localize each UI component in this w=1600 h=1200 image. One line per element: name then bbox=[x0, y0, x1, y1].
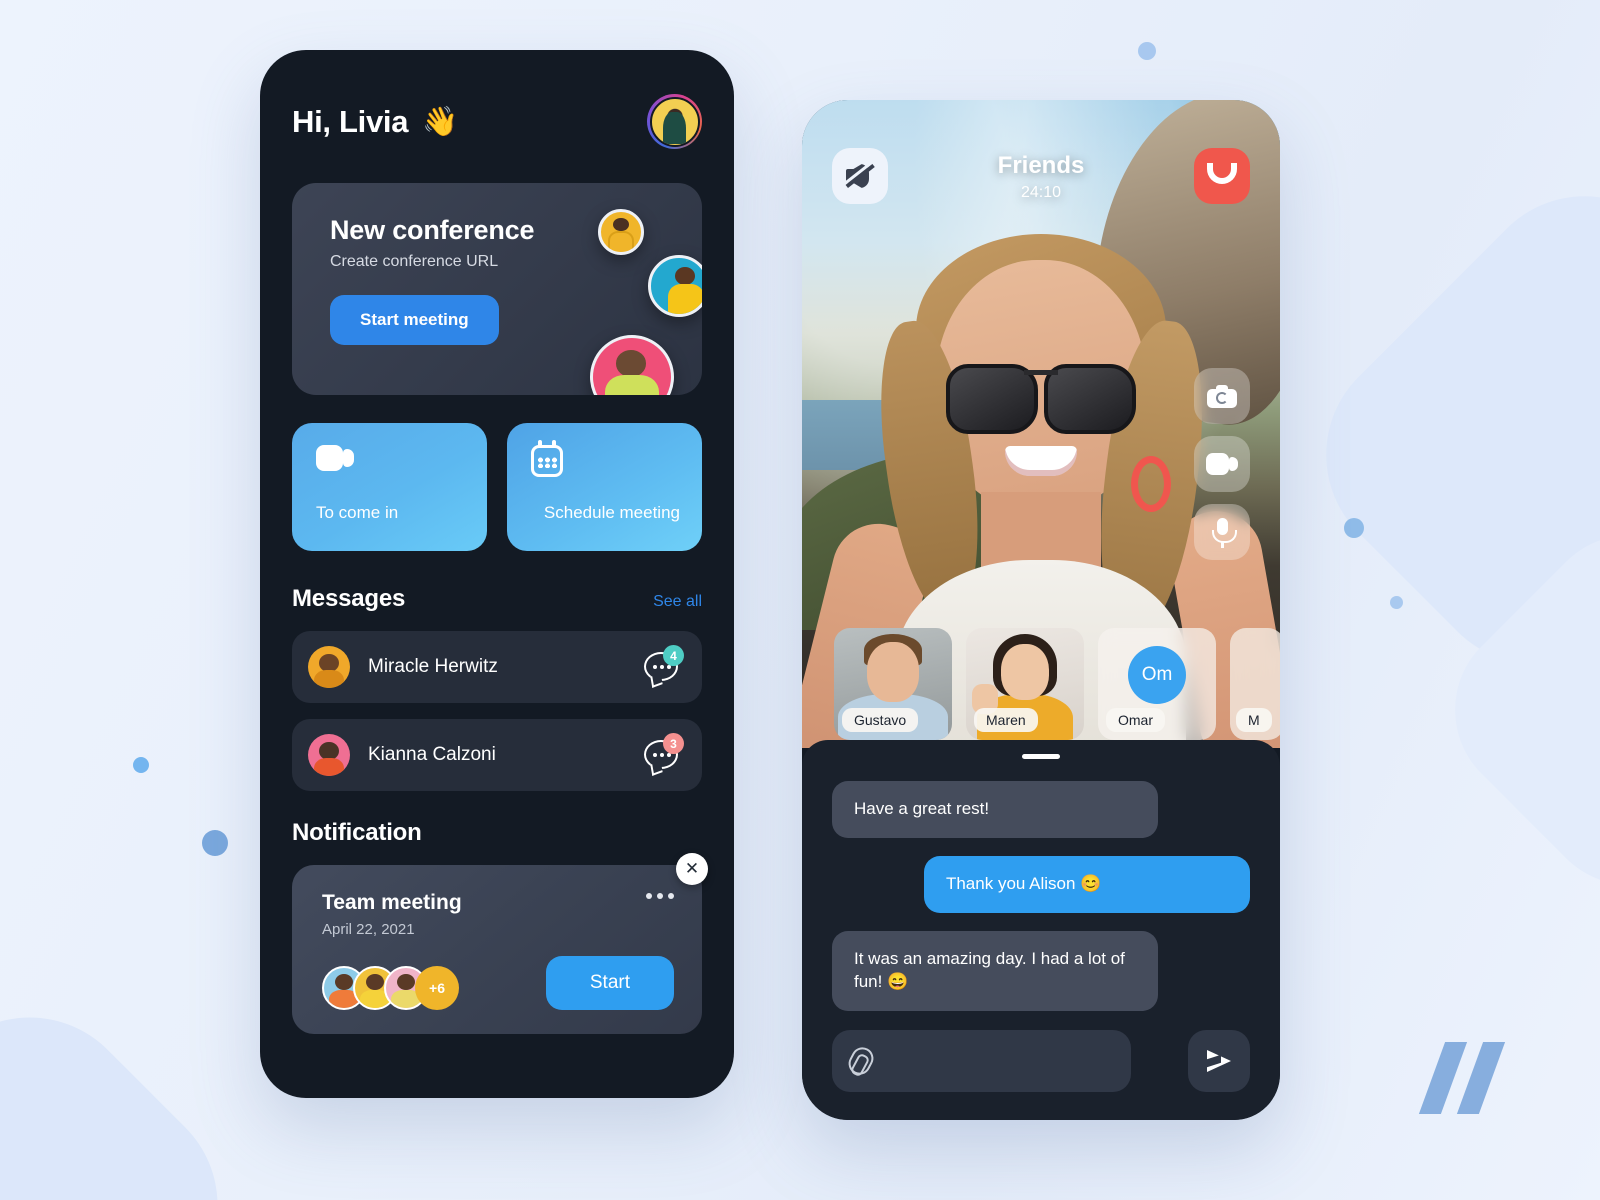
call-side-controls bbox=[1194, 368, 1250, 560]
conference-avatar-3 bbox=[590, 335, 674, 395]
contact-name: Kianna Calzoni bbox=[368, 744, 496, 765]
decorative-dot bbox=[1344, 518, 1364, 538]
camera-flip-icon bbox=[1207, 384, 1237, 408]
send-icon bbox=[1207, 1050, 1231, 1072]
close-icon[interactable]: ✕ bbox=[676, 853, 708, 885]
call-video-feed: Friends 24:10 Gustavo Maren Om Omar M bbox=[802, 100, 1280, 748]
avatar bbox=[308, 734, 350, 776]
decorative-dot bbox=[202, 830, 228, 856]
call-info: Friends 24:10 bbox=[888, 152, 1194, 202]
new-conference-card[interactable]: New conference Create conference URL Sta… bbox=[292, 183, 702, 395]
participant-name: M bbox=[1236, 708, 1272, 732]
decorative-dot bbox=[1390, 596, 1403, 609]
conference-avatar-2 bbox=[648, 255, 702, 317]
video-camera-icon bbox=[316, 445, 354, 471]
see-all-link[interactable]: See all bbox=[653, 593, 702, 611]
meeting-date: April 22, 2021 bbox=[322, 921, 415, 938]
brand-logo-icon bbox=[1418, 1042, 1514, 1114]
toggle-mic-button[interactable] bbox=[1194, 504, 1250, 560]
unread-bubble[interactable]: 3 bbox=[644, 733, 684, 774]
participant-tile[interactable]: Gustavo bbox=[834, 628, 952, 740]
messages-header: Messages See all bbox=[292, 585, 702, 613]
conference-avatar-1 bbox=[598, 209, 644, 255]
contact-name: Miracle Herwitz bbox=[368, 656, 498, 677]
background-gradient bbox=[0, 0, 1600, 1200]
participants-strip[interactable]: Gustavo Maren Om Omar M bbox=[802, 628, 1280, 740]
notification-wrapper: ✕ Team meeting April 22, 2021 +6 Start bbox=[292, 853, 708, 1034]
speaker-mute-icon bbox=[845, 163, 875, 188]
schedule-meeting-card[interactable]: Schedule meeting bbox=[507, 423, 702, 551]
chat-input[interactable] bbox=[832, 1030, 1131, 1092]
participant-name: Maren bbox=[974, 708, 1038, 732]
camera-flip-button[interactable] bbox=[1194, 368, 1250, 424]
home-screen-phone: Hi, Livia 👋 New conference Create confer… bbox=[260, 50, 734, 1098]
messages-title: Messages bbox=[292, 585, 406, 612]
chat-message: Thank you Alison 😊 bbox=[923, 855, 1250, 913]
toggle-video-button[interactable] bbox=[1194, 436, 1250, 492]
send-button[interactable] bbox=[1188, 1030, 1250, 1092]
schedule-meeting-label: Schedule meeting bbox=[543, 503, 680, 522]
participant-tile[interactable]: Om Omar bbox=[1098, 628, 1216, 740]
to-come-in-card[interactable]: To come in bbox=[292, 423, 487, 551]
decorative-dot bbox=[133, 757, 149, 773]
quick-actions-row: To come in Schedule meeting bbox=[292, 423, 702, 551]
chat-message: It was an amazing day. I had a lot of fu… bbox=[832, 930, 1159, 1011]
participant-tile[interactable]: M bbox=[1230, 628, 1280, 740]
wave-emoji-icon: 👋 bbox=[422, 105, 458, 138]
chat-input-row bbox=[832, 1030, 1250, 1092]
notification-header: Notification bbox=[292, 819, 702, 847]
unread-badge: 4 bbox=[663, 645, 684, 666]
more-options-icon[interactable] bbox=[646, 893, 674, 899]
attendee-avatar-stack[interactable]: +6 bbox=[322, 966, 459, 1010]
to-come-in-label: To come in bbox=[316, 503, 399, 522]
participant-name: Gustavo bbox=[842, 708, 919, 732]
participant-tile[interactable]: Maren bbox=[966, 628, 1084, 740]
microphone-icon bbox=[1210, 518, 1237, 548]
profile-avatar[interactable] bbox=[647, 94, 702, 149]
call-title: Friends bbox=[997, 152, 1085, 179]
start-button[interactable]: Start bbox=[545, 956, 674, 1010]
calendar-icon bbox=[531, 440, 563, 477]
greeting-row: Hi, Livia 👋 bbox=[292, 104, 458, 140]
home-header: Hi, Livia 👋 bbox=[292, 94, 702, 149]
avatar bbox=[308, 646, 350, 688]
call-top-bar: Friends 24:10 bbox=[802, 100, 1280, 204]
drag-handle[interactable] bbox=[1022, 754, 1060, 759]
participant-initials: Om bbox=[1128, 646, 1186, 704]
unread-badge: 3 bbox=[663, 733, 684, 754]
notification-footer: +6 Start bbox=[322, 956, 674, 1010]
notification-card[interactable]: Team meeting April 22, 2021 +6 Start bbox=[292, 865, 702, 1034]
message-list-item[interactable]: Kianna Calzoni 3 bbox=[292, 719, 702, 791]
greeting-text: Hi, Livia bbox=[292, 103, 409, 139]
chat-message: Have a great rest! bbox=[832, 781, 1159, 838]
end-call-button[interactable] bbox=[1194, 148, 1250, 204]
participant-name: Omar bbox=[1106, 708, 1165, 732]
start-meeting-button[interactable]: Start meeting bbox=[330, 295, 499, 345]
video-camera-icon bbox=[1206, 453, 1238, 475]
end-call-icon bbox=[1207, 168, 1237, 184]
message-list-item[interactable]: Miracle Herwitz 4 bbox=[292, 631, 702, 703]
attendee-overflow-count: +6 bbox=[415, 966, 459, 1010]
decorative-dot bbox=[1138, 42, 1156, 60]
conference-subtitle: Create conference URL bbox=[330, 253, 499, 270]
video-call-phone: Friends 24:10 Gustavo Maren Om Omar M Ha… bbox=[802, 100, 1280, 1120]
call-timer: 24:10 bbox=[1020, 184, 1062, 201]
chat-sheet: Have a great rest! Thank you Alison 😊 It… bbox=[802, 740, 1280, 1120]
notification-title: Notification bbox=[292, 819, 422, 846]
speaker-mute-button[interactable] bbox=[832, 148, 888, 204]
page-background bbox=[0, 0, 1600, 1200]
meeting-title: Team meeting bbox=[322, 891, 462, 914]
unread-bubble[interactable]: 4 bbox=[644, 645, 684, 686]
